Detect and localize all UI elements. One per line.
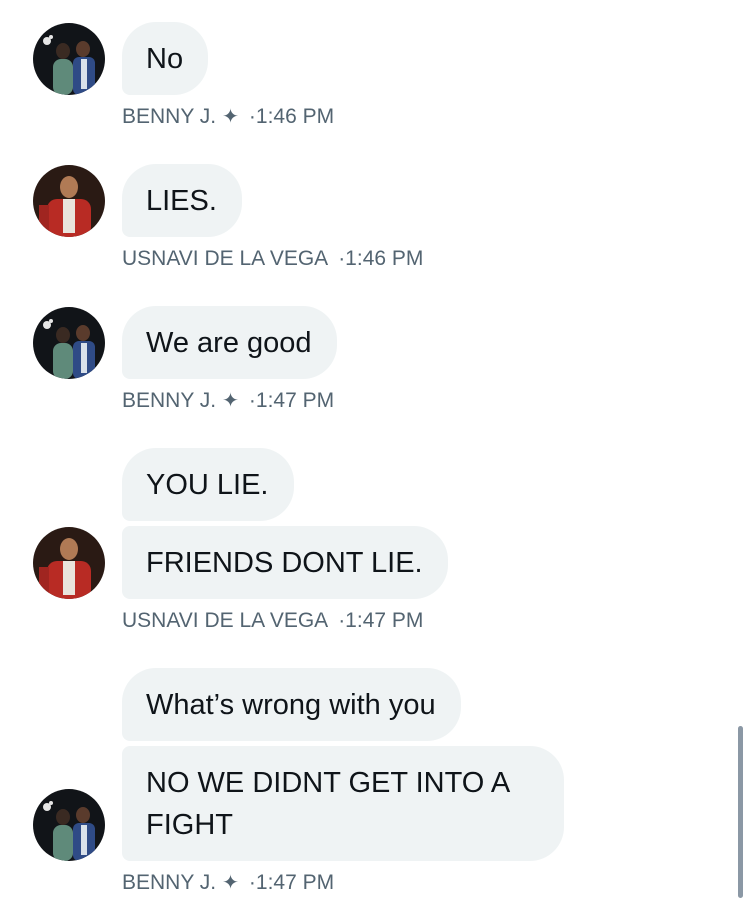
timestamp: ·1:46 PM xyxy=(338,247,424,270)
avatar-benny[interactable] xyxy=(33,23,105,95)
verified-badge-icon: ✦ xyxy=(222,106,239,128)
message-meta: BENNY J. ✦ ·1:47 PM xyxy=(122,870,334,896)
message-bubble[interactable]: YOU LIE. xyxy=(122,448,294,521)
message-meta: USNAVI DE LA VEGA ·1:47 PM xyxy=(122,608,423,634)
message-text: What’s wrong with you xyxy=(146,689,436,721)
avatar-benny[interactable] xyxy=(33,789,105,861)
message-meta: BENNY J. ✦ ·1:47 PM xyxy=(122,388,334,414)
avatar-usnavi[interactable] xyxy=(33,527,105,599)
message-bubble[interactable]: No xyxy=(122,22,209,95)
message-meta: USNAVI DE LA VEGA ·1:46 PM xyxy=(122,246,423,272)
author-name: USNAVI DE LA VEGA xyxy=(122,609,329,632)
message-bubble[interactable]: NO WE DIDNT GET INTO A FIGHT xyxy=(122,746,564,861)
message-text: No xyxy=(146,43,184,75)
message-bubble[interactable]: We are good xyxy=(122,306,337,379)
avatar-benny[interactable] xyxy=(33,307,105,379)
author-name: USNAVI DE LA VEGA xyxy=(122,247,329,270)
timestamp: ·1:47 PM xyxy=(338,609,424,632)
avatar-usnavi[interactable] xyxy=(33,165,105,237)
verified-badge-icon: ✦ xyxy=(222,872,239,894)
message-text: FRIENDS DONT LIE. xyxy=(146,547,423,579)
message-text: NO WE DIDNT GET INTO A FIGHT xyxy=(146,767,509,841)
message-bubble[interactable]: LIES. xyxy=(122,164,242,237)
message-meta: BENNY J. ✦ ·1:46 PM xyxy=(122,104,334,130)
timestamp: ·1:47 PM xyxy=(248,389,335,412)
timestamp: ·1:46 PM xyxy=(248,105,335,128)
message-text: LIES. xyxy=(146,185,217,217)
scrollbar[interactable] xyxy=(738,726,743,898)
author-name: BENNY J. xyxy=(122,389,217,412)
verified-badge-icon: ✦ xyxy=(222,390,239,412)
message-bubble[interactable]: What’s wrong with you xyxy=(122,668,461,741)
message-text: YOU LIE. xyxy=(146,469,269,501)
timestamp: ·1:47 PM xyxy=(248,871,335,894)
author-name: BENNY J. xyxy=(122,105,217,128)
message-bubble[interactable]: FRIENDS DONT LIE. xyxy=(122,526,448,599)
author-name: BENNY J. xyxy=(122,871,217,894)
message-text: We are good xyxy=(146,327,312,359)
